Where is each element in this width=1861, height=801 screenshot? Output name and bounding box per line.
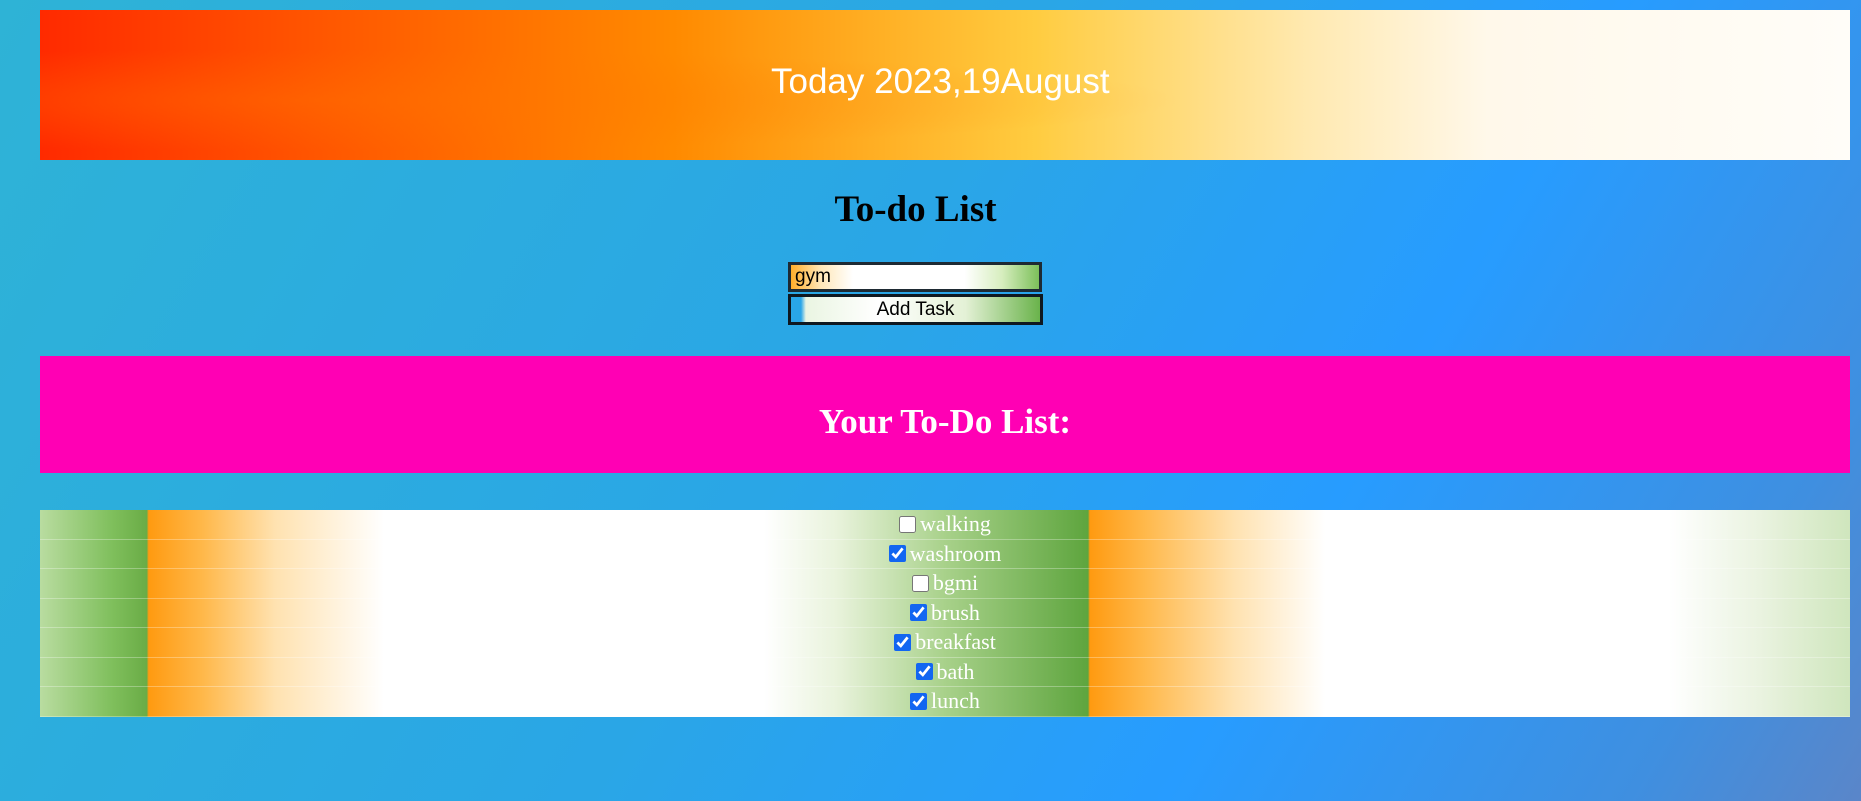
task-checkbox[interactable] xyxy=(910,692,928,710)
task-label: washroom xyxy=(909,540,1002,566)
task-label: brush xyxy=(931,599,980,625)
task-item: washroom xyxy=(40,539,1850,569)
todo-list-banner: Your To-Do List: xyxy=(40,356,1850,473)
task-item: walking xyxy=(40,510,1850,540)
task-label: bath xyxy=(936,658,975,684)
task-item: brush xyxy=(40,598,1850,628)
task-label: breakfast xyxy=(915,629,996,655)
task-input[interactable] xyxy=(788,262,1042,292)
task-label: bgmi xyxy=(932,570,979,596)
task-list: walking washroom bgmi brush breakfast ba… xyxy=(40,510,1850,717)
task-item: bgmi xyxy=(40,569,1850,599)
task-checkbox[interactable] xyxy=(899,515,917,533)
date-text: Today 2023,19August xyxy=(771,62,1110,101)
page-title: To-do List xyxy=(834,189,997,230)
date-banner: Today 2023,19August xyxy=(40,10,1850,160)
task-item: lunch xyxy=(40,687,1850,717)
task-checkbox[interactable] xyxy=(888,545,906,563)
task-item: bath xyxy=(40,657,1850,687)
task-checkbox[interactable] xyxy=(910,604,928,622)
task-label: lunch xyxy=(931,688,980,714)
task-item: breakfast xyxy=(40,628,1850,658)
task-label: walking xyxy=(920,511,991,537)
add-task-button[interactable]: Add Task xyxy=(788,294,1043,325)
task-checkbox[interactable] xyxy=(894,633,912,651)
task-checkbox[interactable] xyxy=(915,663,933,681)
task-checkbox[interactable] xyxy=(911,574,929,592)
todo-list-heading: Your To-Do List: xyxy=(818,402,1072,441)
